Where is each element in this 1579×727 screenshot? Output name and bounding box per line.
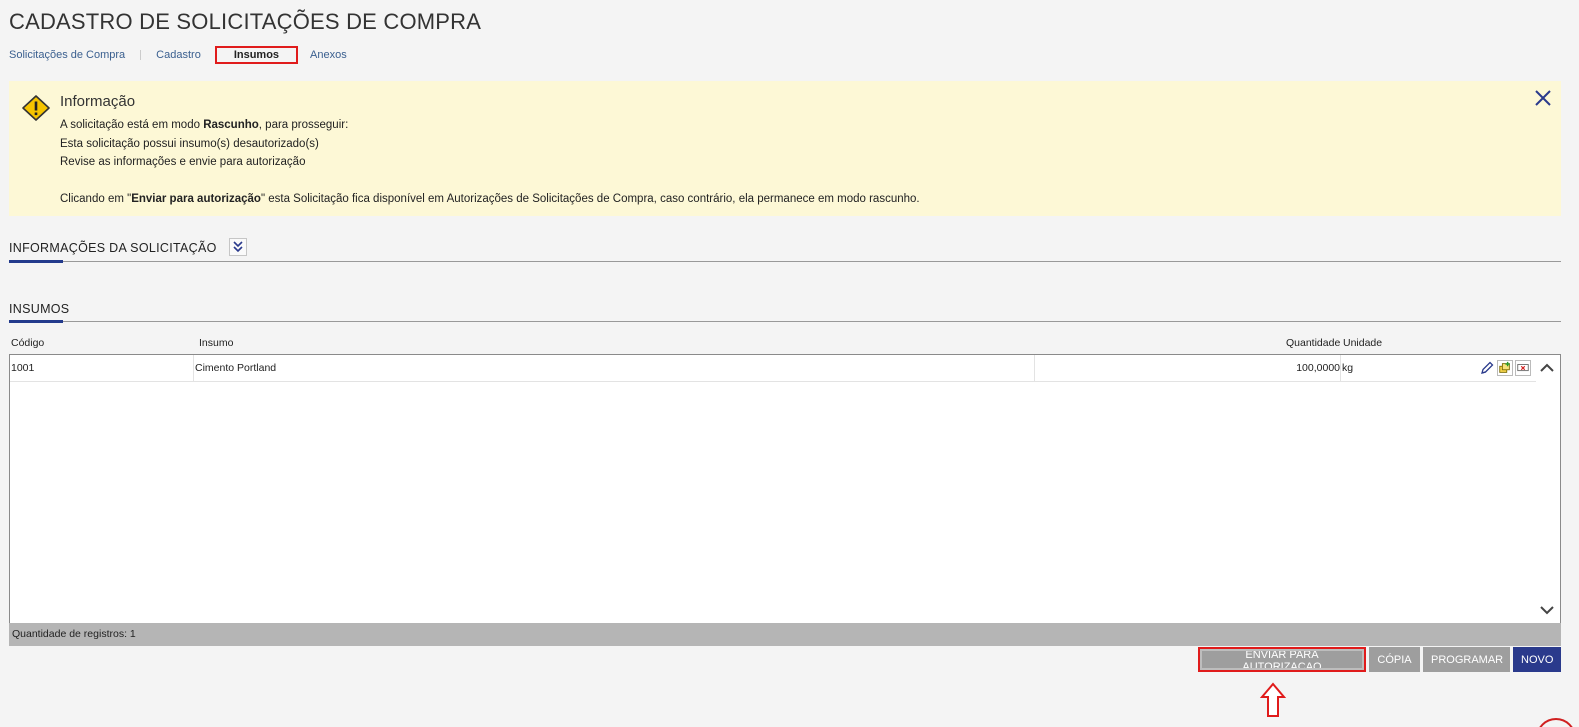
- warning-icon: [22, 95, 50, 121]
- edit-pencil-icon[interactable]: [1479, 360, 1495, 376]
- page-title: CADASTRO DE SOLICITAÇÕES DE COMPRA: [9, 9, 482, 34]
- cell-insumo: Cimento Portland: [194, 355, 1035, 381]
- cell-unidade: kg: [1342, 362, 1354, 374]
- info-line-3: Revise as informações e envie para autor…: [60, 156, 306, 168]
- section-underline: [9, 320, 63, 323]
- novo-button[interactable]: NOVO: [1513, 647, 1561, 672]
- info-title: Informação: [60, 93, 136, 110]
- scroll-down-chevron-icon[interactable]: [1539, 603, 1555, 617]
- breadcrumb-solicitacoes[interactable]: Solicitações de Compra: [9, 49, 125, 61]
- section-informacoes-solicitacao: INFORMAÇÕES DA SOLICITAÇÃO: [9, 238, 1561, 263]
- programar-button[interactable]: PROGRAMAR: [1423, 647, 1510, 672]
- expand-chevron-icon[interactable]: [229, 238, 248, 256]
- info-line-1: A solicitação está em modo Rascunho, par…: [60, 119, 349, 131]
- breadcrumb-anexos[interactable]: Anexos: [310, 49, 347, 61]
- header-unidade[interactable]: Unidade: [1343, 337, 1382, 349]
- insumos-grid: 1001 Cimento Portland 100,0000 kg: [9, 354, 1561, 623]
- breadcrumb: Solicitações de Compra Cadastro Insumos …: [9, 46, 347, 64]
- section-title: INSUMOS: [9, 302, 70, 316]
- add-copy-icon[interactable]: [1497, 360, 1513, 376]
- scroll-up-chevron-icon[interactable]: [1539, 361, 1555, 375]
- close-icon[interactable]: [1534, 89, 1552, 107]
- breadcrumb-insumos[interactable]: Insumos: [214, 46, 299, 64]
- breadcrumb-separator: [140, 50, 142, 60]
- section-insumos: INSUMOS: [9, 300, 1561, 323]
- breadcrumb-cadastro[interactable]: Cadastro: [156, 49, 201, 61]
- remove-icon[interactable]: [1515, 360, 1531, 376]
- enviar-para-autorizacao-button[interactable]: ENVIAR PARA AUTORIZACAO: [1198, 647, 1366, 673]
- action-buttons: ENVIAR PARA AUTORIZACAO CÓPIA PROGRAMAR …: [1198, 647, 1561, 673]
- copia-button[interactable]: CÓPIA: [1369, 647, 1420, 672]
- table-row[interactable]: 1001 Cimento Portland 100,0000 kg: [10, 355, 1536, 382]
- info-line-4: Clicando em "Enviar para autorização" es…: [60, 193, 920, 205]
- up-arrow-annotation-icon: [1259, 682, 1287, 717]
- info-banner: Informação A solicitação está em modo Ra…: [9, 81, 1561, 216]
- info-line-2: Esta solicitação possui insumo(s) desaut…: [60, 137, 319, 150]
- grid-scrollbar[interactable]: [1535, 355, 1560, 623]
- header-quantidade[interactable]: Quantidade: [1286, 337, 1340, 349]
- header-insumo[interactable]: Insumo: [199, 337, 233, 349]
- header-codigo[interactable]: Código: [11, 337, 44, 349]
- section-underline: [9, 260, 63, 263]
- cell-codigo: 1001: [10, 355, 194, 381]
- info-text: A solicitação está em modo Rascunho, par…: [60, 116, 920, 209]
- cell-quantidade: 100,0000: [1035, 355, 1341, 381]
- row-actions: [1479, 360, 1531, 376]
- section-title: INFORMAÇÕES DA SOLICITAÇÃO: [9, 241, 217, 255]
- table-header: Código Insumo Quantidade Unidade: [9, 337, 1561, 352]
- record-count-bar: Quantidade de registros: 1: [9, 623, 1561, 646]
- corner-circle-annotation: [1536, 718, 1576, 727]
